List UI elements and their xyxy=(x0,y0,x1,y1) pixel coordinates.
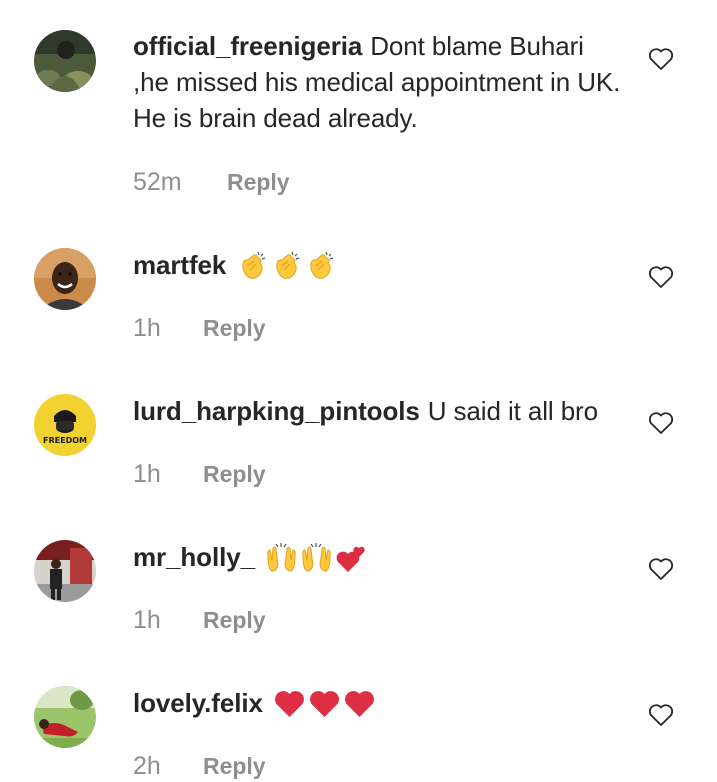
username-link[interactable]: lurd_harpking_pintools xyxy=(133,396,420,426)
like-heart-icon[interactable] xyxy=(648,47,674,71)
username-link[interactable]: martfek xyxy=(133,250,226,280)
comment-text: mr_holly_ xyxy=(133,539,623,577)
like-heart-icon[interactable] xyxy=(648,557,674,581)
two-hearts-icon xyxy=(336,546,365,573)
comment-meta: 1h Reply xyxy=(133,314,266,343)
comment-text: martfek xyxy=(133,247,623,285)
like-heart-icon[interactable] xyxy=(648,265,674,289)
red-heart-icon xyxy=(309,691,339,718)
like-heart-icon[interactable] xyxy=(648,411,674,435)
comment-meta: 2h Reply xyxy=(133,752,266,781)
camouflage-avatar-icon xyxy=(34,30,96,92)
comment-text: lurd_harpking_pintools U said it all bro xyxy=(133,393,623,429)
reply-button[interactable]: Reply xyxy=(203,753,266,779)
comment-message: U said it all bro xyxy=(427,396,598,426)
raising-hands-icon xyxy=(267,543,296,572)
standing-person-avatar-icon xyxy=(34,540,96,602)
timestamp: 1h xyxy=(133,314,161,342)
clapping-hands-icon xyxy=(310,251,334,279)
clapping-hands-icon xyxy=(276,251,300,279)
comment-meta: 1h Reply xyxy=(133,460,266,489)
timestamp: 2h xyxy=(133,752,161,780)
emoji-group xyxy=(273,687,378,723)
timestamp: 52m xyxy=(133,168,182,196)
timestamp: 1h xyxy=(133,606,161,634)
like-heart-icon[interactable] xyxy=(648,703,674,727)
reclining-person-avatar-icon xyxy=(34,686,96,748)
avatar[interactable]: FREEDOM xyxy=(34,394,96,456)
raising-hands-icon xyxy=(302,543,331,572)
emoji-group xyxy=(265,541,369,577)
timestamp: 1h xyxy=(133,460,161,488)
avatar[interactable] xyxy=(34,540,96,602)
freedom-logo-avatar-icon: FREEDOM xyxy=(34,394,96,456)
avatar[interactable] xyxy=(34,686,96,748)
username-link[interactable]: lovely.felix xyxy=(133,688,263,718)
red-heart-icon xyxy=(344,691,374,718)
clapping-hands-icon xyxy=(242,251,266,279)
comment-meta: 52m Reply xyxy=(133,168,290,197)
comment-text: lovely.felix xyxy=(133,685,623,723)
reply-button[interactable]: Reply xyxy=(227,169,290,195)
avatar[interactable] xyxy=(34,248,96,310)
comment-text: official_freenigeria Dont blame Buhari ,h… xyxy=(133,28,623,136)
red-heart-icon xyxy=(274,691,304,718)
avatar[interactable] xyxy=(34,30,96,92)
username-link[interactable]: mr_holly_ xyxy=(133,542,255,572)
smiling-man-avatar-icon xyxy=(34,248,96,310)
avatar-logo-text: FREEDOM xyxy=(43,436,87,445)
comment-meta: 1h Reply xyxy=(133,606,266,635)
reply-button[interactable]: Reply xyxy=(203,461,266,487)
username-link[interactable]: official_freenigeria xyxy=(133,31,362,61)
emoji-group xyxy=(236,249,338,285)
reply-button[interactable]: Reply xyxy=(203,607,266,633)
reply-button[interactable]: Reply xyxy=(203,315,266,341)
